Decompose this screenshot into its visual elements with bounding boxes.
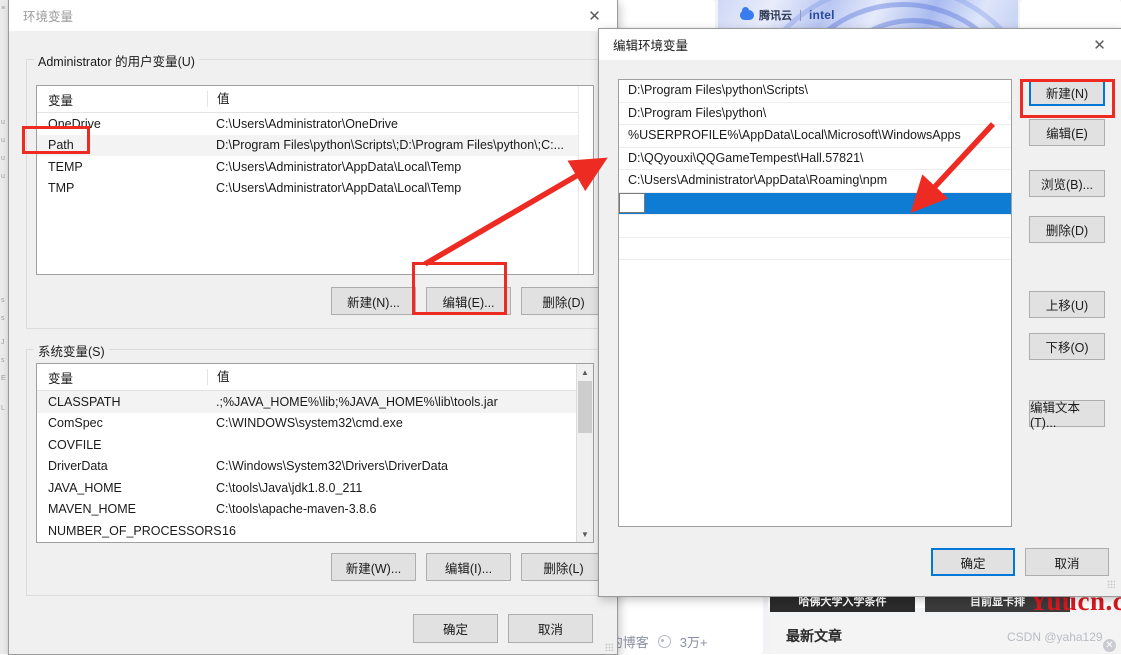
- resize-grip[interactable]: [1107, 580, 1115, 588]
- cell-name: TEMP: [48, 159, 83, 174]
- cell-value: C:\Users\Administrator\AppData\Local\Tem…: [216, 159, 462, 174]
- list-item[interactable]: D:\Program Files\python\: [619, 103, 1011, 125]
- cell-value: C:\WINDOWS\system32\cmd.exe: [216, 416, 403, 431]
- table-row[interactable]: OneDrive C:\Users\Administrator\OneDrive: [37, 113, 593, 135]
- system-variables-label: 系统变量(S): [34, 341, 109, 360]
- ok-button[interactable]: 确定: [413, 614, 498, 643]
- table-header: 变量 值: [37, 86, 593, 113]
- delete-system-variable-button[interactable]: 删除(L): [521, 553, 606, 581]
- cancel-button[interactable]: 取消: [508, 614, 593, 643]
- cell-value: C:\Users\Administrator\OneDrive: [216, 116, 398, 131]
- dialog-title: 编辑环境变量: [613, 39, 689, 53]
- dialog-body: Administrator 的用户变量(U) 变量 值 OneDrive C:\…: [9, 31, 617, 654]
- user-variables-label: Administrator 的用户变量(U): [34, 51, 199, 70]
- scrollbar-vertical[interactable]: [578, 86, 593, 274]
- list-item-empty[interactable]: [619, 215, 1011, 238]
- cancel-button[interactable]: 取消: [1025, 548, 1109, 576]
- csdn-credit: CSDN @yaha129: [1007, 630, 1103, 644]
- edit-system-variable-button[interactable]: 编辑(I)...: [426, 553, 511, 581]
- background-card-top-left: [610, 0, 715, 30]
- table-header: 变量 值: [37, 364, 593, 391]
- table-row[interactable]: MAVEN_HOME C:\tools\apache-maven-3.8.6: [37, 499, 593, 521]
- cell-name: TMP: [48, 181, 75, 196]
- cell-name: OneDrive: [48, 116, 101, 131]
- banner-logo: 腾讯云 intel: [740, 7, 835, 23]
- table-row[interactable]: COVFILE: [37, 434, 593, 456]
- edit-text-button[interactable]: 编辑文本(T)...: [1029, 400, 1105, 430]
- new-system-variable-button[interactable]: 新建(W)...: [331, 553, 416, 581]
- environment-variables-dialog: 环境变量 ✕ Administrator 的用户变量(U) 变量 值 OneDr…: [8, 0, 618, 655]
- background-card-top-right: [1020, 0, 1121, 30]
- delete-path-button[interactable]: 删除(D): [1029, 216, 1105, 243]
- resize-grip[interactable]: [605, 643, 613, 651]
- table-row[interactable]: TMP C:\Users\Administrator\AppData\Local…: [37, 178, 593, 200]
- table-row[interactable]: ComSpec C:\WINDOWS\system32\cmd.exe: [37, 413, 593, 435]
- close-icon[interactable]: ✕: [1077, 29, 1121, 60]
- browse-path-button[interactable]: 浏览(B)...: [1029, 170, 1105, 197]
- user-variables-table[interactable]: 变量 值 OneDrive C:\Users\Administrator\One…: [36, 85, 594, 275]
- cell-name: Path: [48, 138, 74, 153]
- view-count: 3万+: [679, 635, 708, 650]
- cell-value: C:\tools\Java\jdk1.8.0_211: [216, 480, 363, 495]
- cell-name: CLASSPATH: [48, 394, 121, 409]
- close-icon[interactable]: ✕: [572, 0, 617, 31]
- scroll-down-icon[interactable]: ▼: [577, 526, 593, 542]
- cell-value: D:\Program Files\python\Scripts\;D:\Prog…: [216, 138, 565, 153]
- new-user-variable-button[interactable]: 新建(N)...: [331, 287, 416, 315]
- list-item-selected[interactable]: [619, 192, 1011, 215]
- scrollbar-vertical[interactable]: ▲ ▼: [576, 364, 593, 542]
- table-row[interactable]: DriverData C:\Windows\System32\Drivers\D…: [37, 456, 593, 478]
- column-header-value[interactable]: 值: [207, 91, 593, 107]
- edit-environment-variable-dialog: 编辑环境变量 ✕ D:\Program Files\python\Scripts…: [598, 28, 1121, 597]
- scrollbar-thumb[interactable]: [578, 381, 592, 433]
- dialog-title-bar: 编辑环境变量 ✕: [599, 29, 1121, 60]
- dialog-title: 环境变量: [23, 10, 74, 24]
- path-inline-input[interactable]: [619, 192, 645, 213]
- move-down-button[interactable]: 下移(O): [1029, 333, 1105, 360]
- new-path-button[interactable]: 新建(N): [1029, 79, 1105, 106]
- cell-name: COVFILE: [48, 437, 102, 452]
- list-item[interactable]: D:\Program Files\python\Scripts\: [619, 80, 1011, 103]
- list-item[interactable]: C:\Users\Administrator\AppData\Roaming\n…: [619, 170, 1011, 193]
- list-item[interactable]: D:\QQyouxi\QQGameTempest\Hall.57821\: [619, 148, 1011, 170]
- close-icon[interactable]: ✕: [1103, 639, 1116, 652]
- cell-value: 16: [222, 523, 236, 538]
- cell-value: C:\tools\apache-maven-3.8.6: [216, 502, 377, 517]
- table-row[interactable]: NUMBER_OF_PROCESSORS 16: [37, 520, 593, 542]
- cell-value: C:\Users\Administrator\AppData\Local\Tem…: [216, 181, 462, 196]
- move-up-button[interactable]: 上移(U): [1029, 291, 1105, 318]
- banner-ad[interactable]: 腾讯云 intel: [718, 0, 1018, 30]
- column-header-name[interactable]: 变量: [37, 90, 207, 109]
- banner-divider: [800, 9, 801, 21]
- cell-name: JAVA_HOME: [48, 480, 122, 495]
- delete-user-variable-button[interactable]: 删除(D): [521, 287, 606, 315]
- table-row[interactable]: JAVA_HOME C:\tools\Java\jdk1.8.0_211: [37, 477, 593, 499]
- path-entries-list[interactable]: D:\Program Files\python\Scripts\ D:\Prog…: [618, 79, 1012, 527]
- edit-path-button[interactable]: 编辑(E): [1029, 119, 1105, 146]
- cell-name: MAVEN_HOME: [48, 502, 136, 517]
- dialog-body: D:\Program Files\python\Scripts\ D:\Prog…: [599, 60, 1121, 594]
- cloud-icon: [740, 7, 754, 20]
- eye-icon: [657, 635, 671, 648]
- scroll-up-icon[interactable]: ▲: [577, 364, 593, 380]
- cell-name: NUMBER_OF_PROCESSORS: [48, 523, 222, 538]
- column-header-value[interactable]: 值: [207, 369, 593, 385]
- banner-cloud-label: 腾讯云: [759, 10, 792, 22]
- cell-value: .;%JAVA_HOME%\lib;%JAVA_HOME%\lib\tools.…: [216, 394, 498, 409]
- table-row[interactable]: Path D:\Program Files\python\Scripts\;D:…: [37, 134, 593, 156]
- banner-intel-label: intel: [809, 8, 835, 22]
- cell-name: DriverData: [48, 459, 108, 474]
- cell-value: C:\Windows\System32\Drivers\DriverData: [216, 459, 448, 474]
- table-row[interactable]: CLASSPATH .;%JAVA_HOME%\lib;%JAVA_HOME%\…: [37, 391, 593, 413]
- system-variables-table[interactable]: 变量 值 CLASSPATH .;%JAVA_HOME%\lib;%JAVA_H…: [36, 363, 594, 543]
- latest-articles-heading: 最新文章: [786, 628, 842, 644]
- cell-name: ComSpec: [48, 416, 103, 431]
- column-header-name[interactable]: 变量: [37, 368, 207, 387]
- list-item-empty[interactable]: [619, 238, 1011, 260]
- edit-user-variable-button[interactable]: 编辑(E)...: [426, 287, 511, 315]
- list-item[interactable]: %USERPROFILE%\AppData\Local\Microsoft\Wi…: [619, 125, 1011, 148]
- ok-button[interactable]: 确定: [931, 548, 1015, 576]
- table-row[interactable]: TEMP C:\Users\Administrator\AppData\Loca…: [37, 156, 593, 178]
- dialog-title-bar: 环境变量 ✕: [9, 0, 617, 31]
